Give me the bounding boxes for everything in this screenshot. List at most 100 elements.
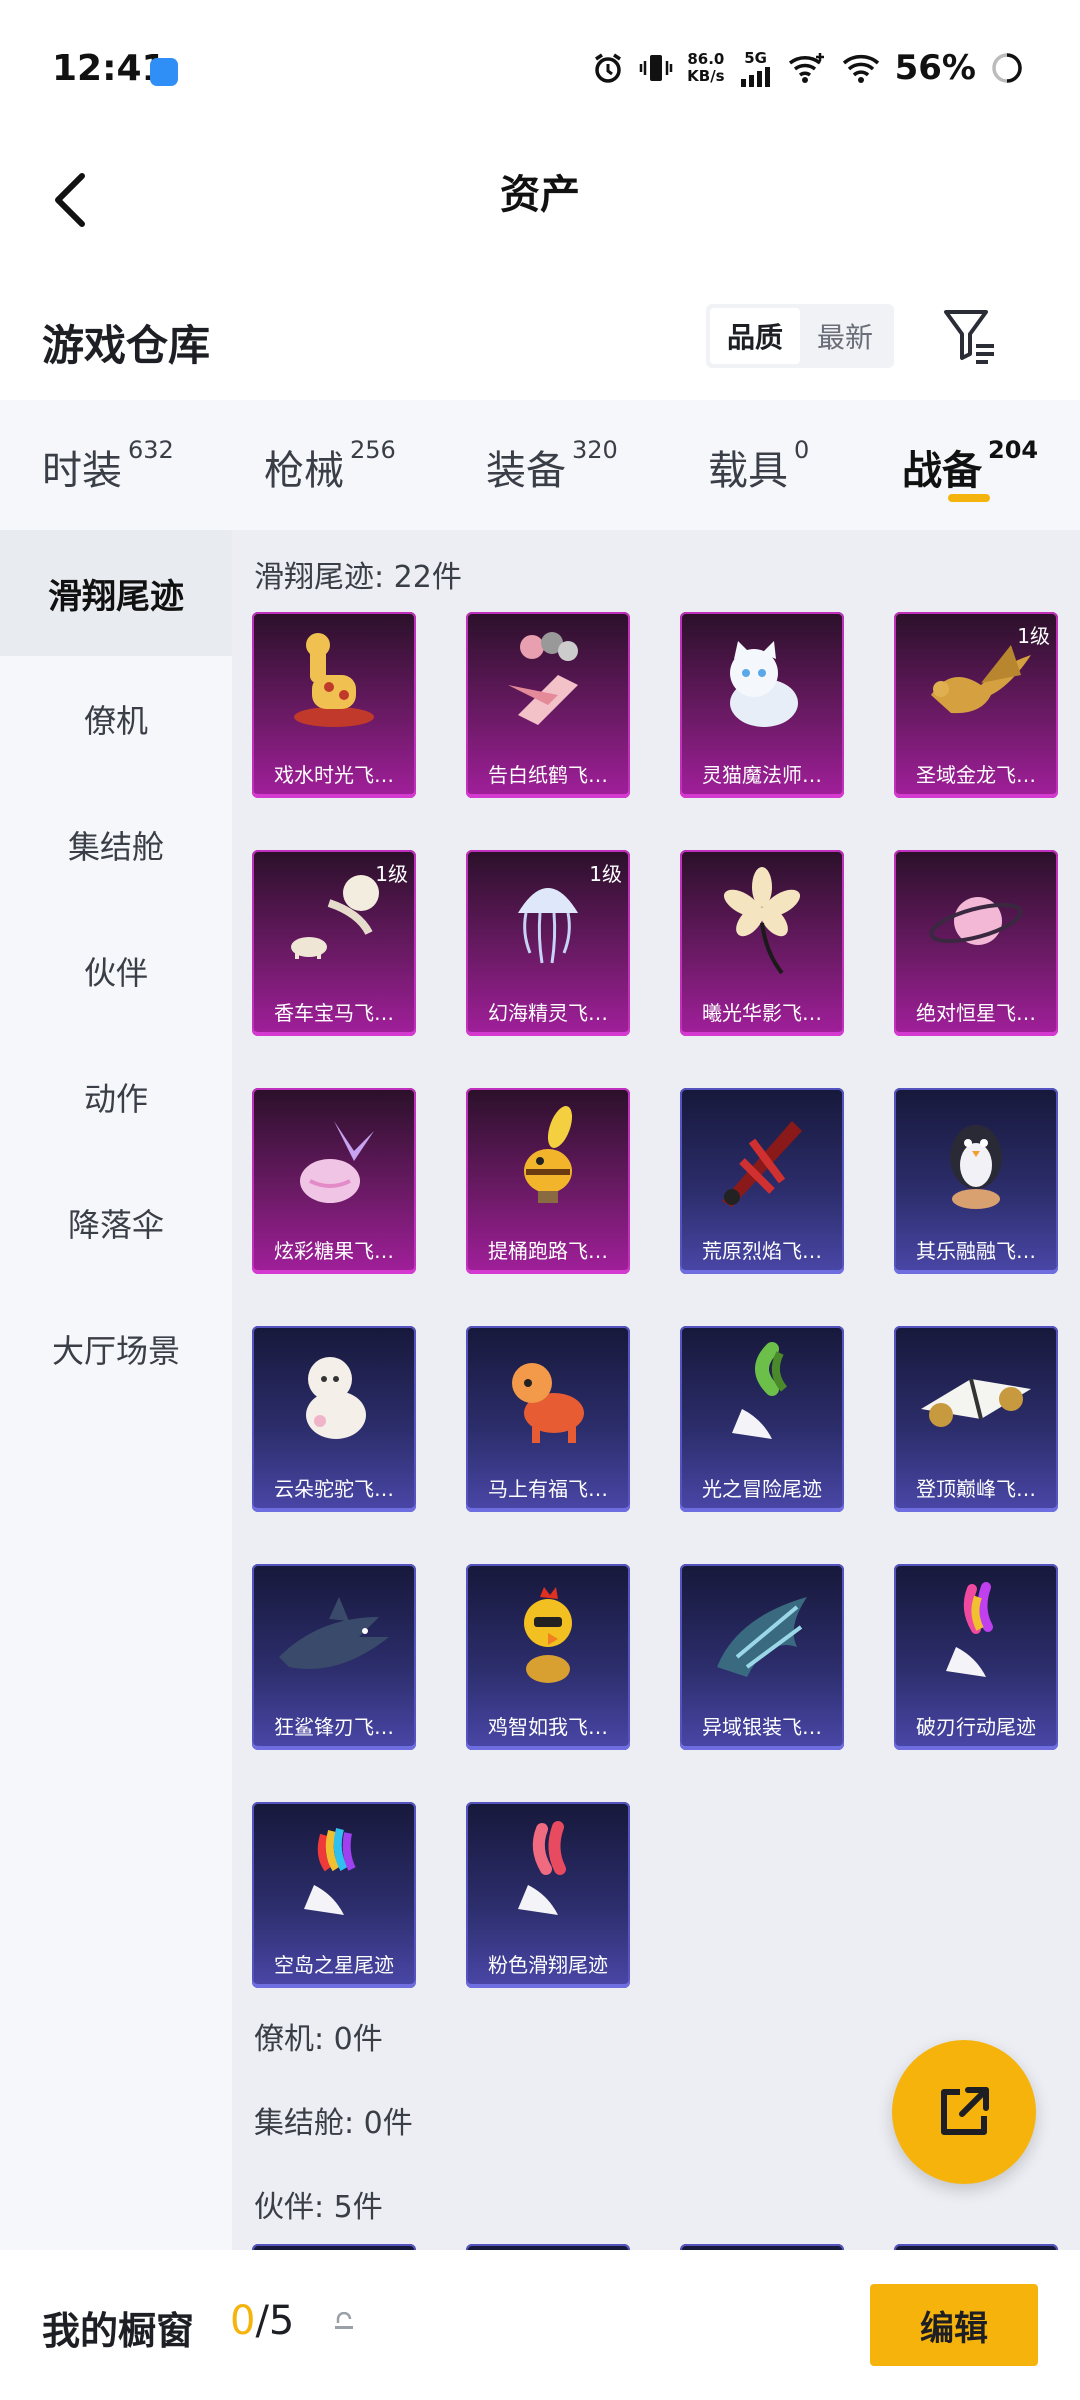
tab-count: 204	[988, 436, 1039, 464]
item-card[interactable]: 空岛之星尾迹	[252, 1802, 416, 1988]
shark-icon	[252, 1564, 416, 1710]
item-level-badge: 1级	[1017, 624, 1050, 648]
planet-icon	[894, 850, 1058, 996]
green-smoke-trail-icon	[680, 1326, 844, 1472]
item-card[interactable]: 1级 香车宝马飞…	[252, 850, 416, 1036]
item-card[interactable]: 炫彩糖果飞…	[252, 1088, 416, 1274]
item-card[interactable]: 光之冒险尾迹	[680, 1326, 844, 1512]
item-content: 滑翔尾迹: 22件 戏水时光飞… 告白纸鹤飞… 灵猫魔法师… 1级 圣域金龙飞… 1级 香车…	[232, 530, 1080, 2250]
item-card[interactable]: 鸡智如我飞…	[466, 1564, 630, 1750]
item-level-badge: 1级	[589, 862, 622, 886]
sidebar-item-partner[interactable]: 伙伴	[0, 908, 232, 1034]
item-name: 马上有福飞…	[488, 1477, 608, 1501]
item-name: 提桶跑路飞…	[488, 1239, 608, 1263]
item-name: 曦光华影飞…	[702, 1001, 822, 1025]
section-header-assembly: 集结舱: 0件	[254, 2106, 413, 2141]
giraffe-toy-icon	[252, 612, 416, 758]
sidebar-item-action[interactable]: 动作	[0, 1034, 232, 1160]
item-name: 粉色滑翔尾迹	[488, 1953, 608, 1977]
item-card[interactable]: 其乐融融飞…	[894, 1088, 1058, 1274]
item-card[interactable]: 荒原烈焰飞…	[680, 1088, 844, 1274]
item-card[interactable]: 戏水时光飞…	[252, 612, 416, 798]
filter-icon	[944, 310, 994, 364]
filter-button[interactable]	[940, 302, 1000, 366]
candy-icon	[252, 1088, 416, 1234]
share-icon	[941, 2087, 989, 2135]
share-button[interactable]	[892, 2040, 1036, 2184]
item-card[interactable]: 破刃行动尾迹	[894, 1564, 1058, 1750]
item-name: 香车宝马飞…	[274, 1001, 394, 1025]
item-card[interactable]: 云朵驼驼飞…	[252, 1326, 416, 1512]
item-name: 幻海精灵飞…	[488, 1001, 608, 1025]
sort-by-newest[interactable]: 最新	[800, 308, 890, 364]
tab-count: 256	[350, 436, 396, 464]
net-speed: 86.0 KB/s	[687, 51, 724, 85]
app-notification-icon	[150, 58, 178, 86]
signal-icon: 5G	[739, 48, 773, 87]
bee-icon	[466, 1088, 630, 1234]
tab-count: 320	[572, 436, 618, 464]
tab-equipment[interactable]: 装备 320	[486, 400, 708, 530]
tab-label: 装备	[486, 448, 566, 494]
item-card[interactable]: 异域银装飞…	[680, 1564, 844, 1750]
item-name: 空岛之星尾迹	[274, 1953, 394, 1977]
sidebar-item-parachute[interactable]: 降落伞	[0, 1160, 232, 1286]
tab-label: 时装	[42, 448, 122, 494]
edit-button[interactable]: 编辑	[870, 2284, 1038, 2366]
item-card[interactable]: 灵猫魔法师…	[680, 612, 844, 798]
tab-count: 0	[794, 436, 810, 464]
tab-firearms[interactable]: 枪械 256	[264, 400, 486, 530]
showcase-current: 0	[230, 2298, 256, 2344]
item-card[interactable]: 提桶跑路飞…	[466, 1088, 630, 1274]
showcase-label: 我的橱窗	[42, 2309, 195, 2353]
item-name: 云朵驼驼飞…	[274, 1477, 394, 1501]
battery-icon	[990, 51, 1024, 85]
item-card[interactable]: 1级圣域金龙飞…	[894, 612, 1058, 798]
silver-wing-icon	[680, 1564, 844, 1710]
tab-label: 战备	[902, 448, 982, 494]
item-card[interactable]: 曦光华影飞…	[680, 850, 844, 1036]
pink-smoke-trail-icon	[466, 1802, 630, 1948]
tab-label: 载具	[708, 448, 788, 494]
status-bar: 12:41 86.0 KB/s 5G 56%	[0, 0, 1080, 140]
net-speed-value: 86.0	[687, 50, 725, 68]
vibrate-icon	[639, 51, 673, 85]
penguin-icon	[894, 1088, 1058, 1234]
item-card[interactable]: 绝对恒星飞…	[894, 850, 1058, 1036]
item-name: 圣域金龙飞…	[916, 763, 1036, 787]
item-card[interactable]: 粉色滑翔尾迹	[466, 1802, 630, 1988]
network-type: 5G	[744, 48, 767, 67]
item-card[interactable]: 登顶巅峰飞…	[894, 1326, 1058, 1512]
item-card[interactable]: 告白纸鹤飞…	[466, 612, 630, 798]
tab-fashion[interactable]: 时装 632	[42, 400, 264, 530]
sort-by-quality[interactable]: 品质	[710, 308, 800, 364]
lock-icon	[335, 2312, 353, 2329]
section-header-wingman: 僚机: 0件	[254, 2022, 383, 2057]
paper-crane-icon	[466, 612, 630, 758]
tab-vehicles[interactable]: 载具 0	[708, 400, 902, 530]
horse-toy-icon	[466, 1326, 630, 1472]
sidebar-item-glide-trail[interactable]: 滑翔尾迹	[0, 530, 232, 656]
item-name: 破刃行动尾迹	[916, 1715, 1036, 1739]
chicken-icon	[466, 1564, 630, 1710]
sort-toggle: 品质 最新	[706, 304, 894, 368]
sidebar-item-wingman[interactable]: 僚机	[0, 656, 232, 782]
sidebar-item-lobby-scene[interactable]: 大厅场景	[0, 1286, 232, 1412]
item-name: 登顶巅峰飞…	[916, 1477, 1036, 1501]
item-card[interactable]: 1级幻海精灵飞…	[466, 850, 630, 1036]
section-header-partner: 伙伴: 5件	[254, 2190, 383, 2225]
battery-percent: 56%	[894, 48, 976, 88]
item-name: 荒原烈焰飞…	[702, 1239, 822, 1263]
item-card[interactable]: 马上有福飞…	[466, 1326, 630, 1512]
tab-combat-gear[interactable]: 战备 204	[902, 400, 1052, 530]
rainbow-smoke-trail-icon	[894, 1564, 1058, 1710]
sidebar: 滑翔尾迹 僚机 集结舱 伙伴 动作 降落伞 大厅场景	[0, 530, 232, 2250]
item-name: 其乐融融飞…	[916, 1239, 1036, 1263]
warehouse-row: 游戏仓库 品质 最新	[0, 290, 1080, 400]
item-card[interactable]: 狂鲨锋刃飞…	[252, 1564, 416, 1750]
status-icons: 86.0 KB/s 5G 56%	[591, 48, 1024, 88]
sidebar-item-assembly-pod[interactable]: 集结舱	[0, 782, 232, 908]
category-tabs: 时装 632 枪械 256 装备 320 载具 0 战备 204	[0, 400, 1080, 530]
item-name: 异域银装飞…	[702, 1715, 822, 1739]
wifi-plus-icon	[787, 51, 827, 85]
